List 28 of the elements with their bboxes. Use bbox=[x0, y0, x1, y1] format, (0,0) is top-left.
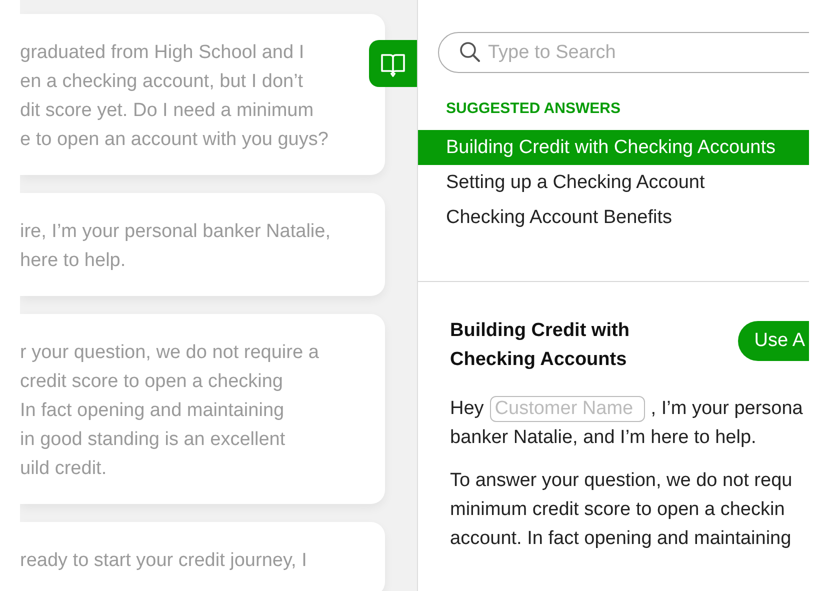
suggested-answer[interactable]: Building Credit with Checking Accounts bbox=[418, 130, 809, 165]
customer-name-field[interactable]: Customer Name bbox=[490, 396, 645, 422]
suggested-answer[interactable]: Setting up a Checking Account bbox=[418, 165, 809, 200]
message-text: ire, I’m your personal banker Natalie, bbox=[20, 220, 332, 244]
message-text: ready to start your credit journey, I bbox=[20, 549, 308, 573]
message-text: In fact opening and maintaining bbox=[20, 399, 286, 423]
message-text: e to open an account with you guys? bbox=[20, 128, 330, 152]
search-field[interactable]: Type to Search bbox=[438, 32, 809, 73]
section-heading: SUGGESTED ANSWERS bbox=[446, 100, 622, 117]
message-text: uild credit. bbox=[20, 457, 108, 481]
answer-text: minimum credit score to open a checkin bbox=[450, 498, 786, 522]
suggested-answer[interactable]: Checking Account Benefits bbox=[418, 200, 809, 235]
message-text: here to help. bbox=[20, 249, 127, 273]
message-text: en a checking account, but I don’t bbox=[20, 70, 304, 94]
message-text: in good standing is an excellent bbox=[20, 428, 286, 452]
answer-text: account. In fact opening and maintaining bbox=[450, 527, 792, 551]
greeting-text: banker Natalie, and I’m here to help. bbox=[450, 426, 758, 450]
message-text: credit score to open a checking bbox=[20, 370, 284, 394]
answer-title: Building Credit with Checking Accounts bbox=[450, 319, 630, 372]
greeting-text: Hey bbox=[450, 397, 484, 421]
message-text: dit score yet. Do I need a minimum bbox=[20, 99, 315, 123]
use-answer-button[interactable]: Use A bbox=[738, 321, 809, 361]
message-text: graduated from High School and I bbox=[20, 41, 306, 65]
message-text: r your question, we do not require a bbox=[20, 341, 320, 365]
knowledge-tab[interactable] bbox=[369, 40, 417, 87]
greeting-text: , I’m your persona bbox=[650, 397, 803, 421]
search-icon bbox=[459, 41, 481, 63]
answer-text: To answer your question, we do not requ bbox=[450, 469, 794, 493]
